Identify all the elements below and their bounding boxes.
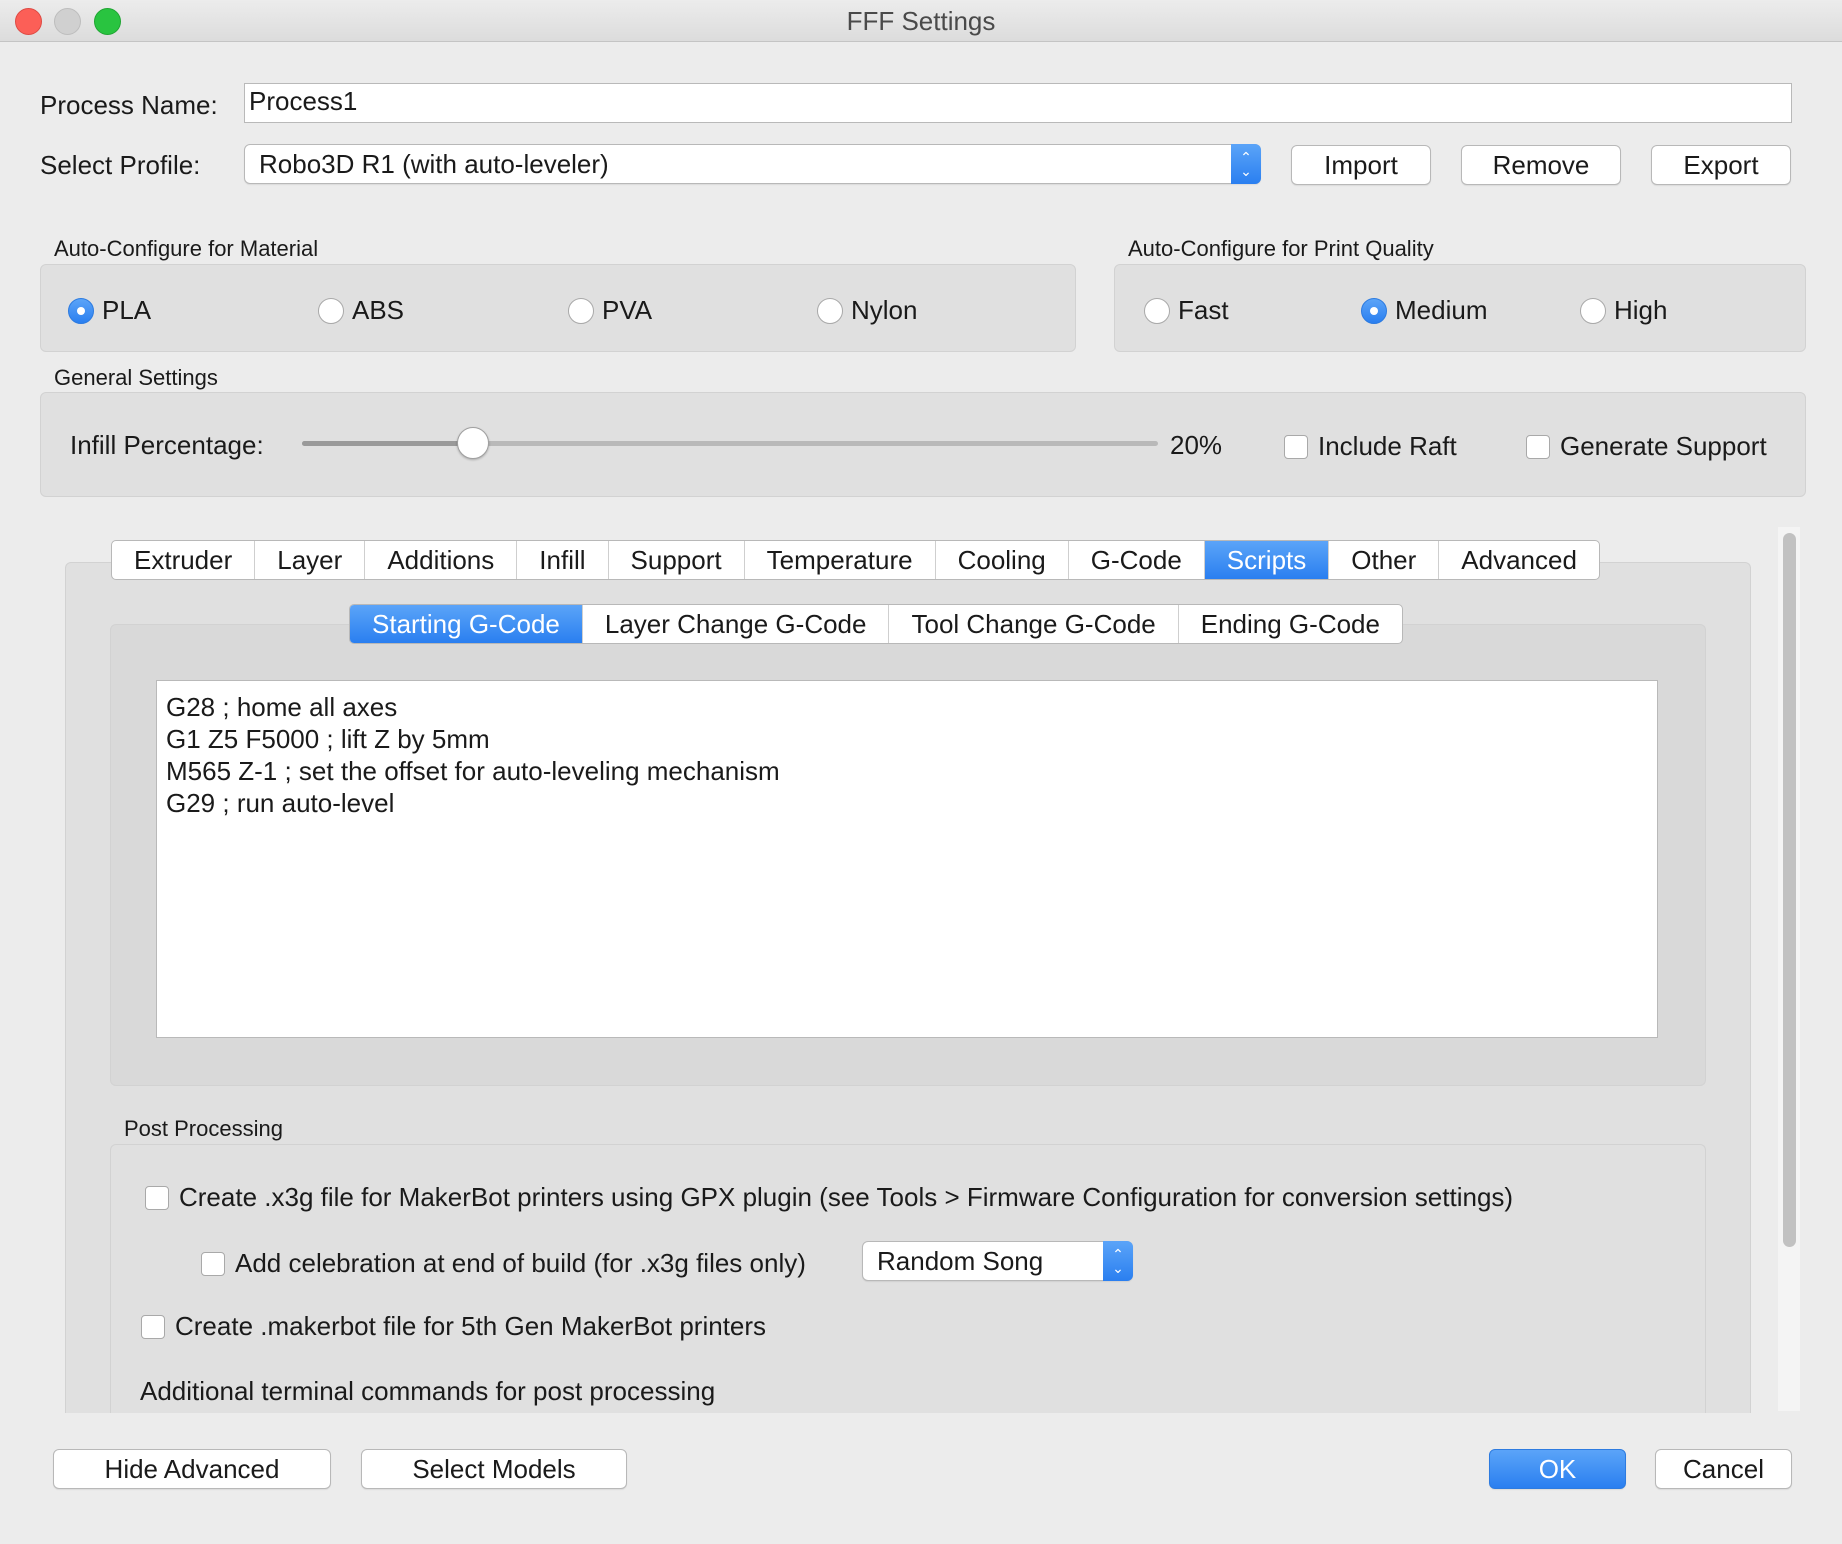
subtab-ending-g-code[interactable]: Ending G-Code [1179, 605, 1402, 643]
tab-other[interactable]: Other [1329, 541, 1440, 579]
vertical-scrollbar[interactable] [1778, 527, 1800, 1411]
radio-indicator [318, 297, 344, 324]
tab-extruder[interactable]: Extruder [112, 541, 256, 579]
hide-advanced-button[interactable]: Hide Advanced [53, 1449, 331, 1489]
subtab-layer-change-g-code[interactable]: Layer Change G-Code [583, 605, 890, 643]
profile-select[interactable]: Robo3D R1 (with auto-leveler) ⌃ ⌄ [244, 144, 1261, 184]
remove-button[interactable]: Remove [1461, 145, 1621, 185]
quality-radio-high[interactable]: High [1580, 295, 1667, 326]
quality-radio-fast[interactable]: Fast [1144, 295, 1229, 326]
radio-indicator [68, 297, 94, 324]
title-bar: FFF Settings [0, 0, 1842, 42]
subtab-tool-change-g-code[interactable]: Tool Change G-Code [889, 605, 1179, 643]
radio-indicator [1144, 297, 1170, 324]
quality-radio-medium[interactable]: Medium [1361, 295, 1487, 326]
quality-group-title: Auto-Configure for Print Quality [1128, 236, 1434, 261]
radio-indicator [1361, 297, 1387, 324]
profile-select-value: Robo3D R1 (with auto-leveler) [259, 149, 609, 179]
infill-slider[interactable] [302, 427, 1158, 459]
tab-advanced[interactable]: Advanced [1439, 541, 1599, 579]
checkbox-box [201, 1251, 225, 1276]
cancel-button[interactable]: Cancel [1655, 1449, 1792, 1489]
main-tab-bar: Extruder Layer Additions Infill Support Tempe… [111, 540, 1600, 580]
subtab-starting-g-code[interactable]: Starting G-Code [350, 605, 583, 643]
tab-temperature[interactable]: Temperature [745, 541, 936, 579]
tab-layer[interactable]: Layer [255, 541, 366, 579]
checkbox-box [1526, 434, 1550, 459]
radio-indicator [1580, 297, 1606, 324]
ok-button[interactable]: OK [1489, 1449, 1626, 1489]
terminal-commands-label: Additional terminal commands for post pr… [140, 1376, 716, 1406]
import-button[interactable]: Import [1291, 145, 1431, 185]
infill-percentage-label: Infill Percentage: [70, 430, 264, 460]
radio-indicator [817, 297, 843, 324]
material-group-title: Auto-Configure for Material [54, 236, 319, 261]
checkbox-box [1284, 434, 1308, 459]
gcode-line: G28 ; home all axes [166, 692, 398, 722]
create-x3g-checkbox[interactable]: Create .x3g file for MakerBot printers u… [145, 1182, 1513, 1213]
tab-scripts[interactable]: Scripts [1204, 541, 1330, 579]
subtab-bar: Starting G-Code Layer Change G-Code Tool C… [349, 604, 1403, 644]
checkbox-box [141, 1314, 165, 1339]
general-settings-title: General Settings [54, 365, 218, 390]
updown-arrows-icon: ⌃ ⌄ [1103, 1241, 1133, 1281]
infill-value: 20% [1170, 430, 1223, 460]
infill-slider-thumb[interactable] [457, 427, 490, 459]
song-select-value: Random Song [877, 1246, 1044, 1276]
material-radio-pva[interactable]: PVA [568, 295, 652, 326]
song-select[interactable]: Random Song ⌃ ⌄ [862, 1241, 1133, 1281]
infill-slider-fill [302, 441, 474, 446]
tab-infill[interactable]: Infill [517, 541, 609, 579]
export-button[interactable]: Export [1651, 145, 1791, 185]
tab-support[interactable]: Support [609, 541, 745, 579]
tab-additions[interactable]: Additions [365, 541, 518, 579]
material-panel [40, 264, 1076, 352]
post-processing-title: Post Processing [124, 1116, 283, 1141]
radio-indicator [568, 297, 594, 324]
material-radio-abs[interactable]: ABS [318, 295, 404, 326]
starting-gcode-editor[interactable]: G28 ; home all axes G1 Z5 F5000 ; lift Z… [156, 680, 1658, 1038]
process-name-input[interactable]: Process1 [244, 83, 1792, 123]
tab-g-code[interactable]: G-Code [1069, 541, 1205, 579]
select-models-button[interactable]: Select Models [361, 1449, 627, 1489]
checkbox-box [145, 1185, 169, 1210]
material-radio-pla[interactable]: PLA [68, 295, 151, 326]
process-name-label: Process Name: [40, 90, 218, 120]
window-title: FFF Settings [846, 6, 996, 36]
celebration-checkbox[interactable]: Add celebration at end of build (for .x3… [201, 1248, 806, 1279]
gcode-line: M565 Z-1 ; set the offset for auto-level… [166, 756, 780, 786]
create-makerbot-checkbox[interactable]: Create .makerbot file for 5th Gen MakerB… [141, 1311, 766, 1342]
include-raft-checkbox[interactable]: Include Raft [1284, 431, 1457, 462]
material-radio-nylon[interactable]: Nylon [817, 295, 917, 326]
tab-cooling[interactable]: Cooling [936, 541, 1069, 579]
gcode-line: G29 ; run auto-level [166, 788, 395, 818]
generate-support-checkbox[interactable]: Generate Support [1526, 431, 1767, 462]
updown-arrows-icon: ⌃ ⌄ [1231, 144, 1261, 184]
gcode-line: G1 Z5 F5000 ; lift Z by 5mm [166, 724, 490, 754]
scrollbar-thumb[interactable] [1783, 533, 1796, 1247]
select-profile-label: Select Profile: [40, 150, 201, 180]
